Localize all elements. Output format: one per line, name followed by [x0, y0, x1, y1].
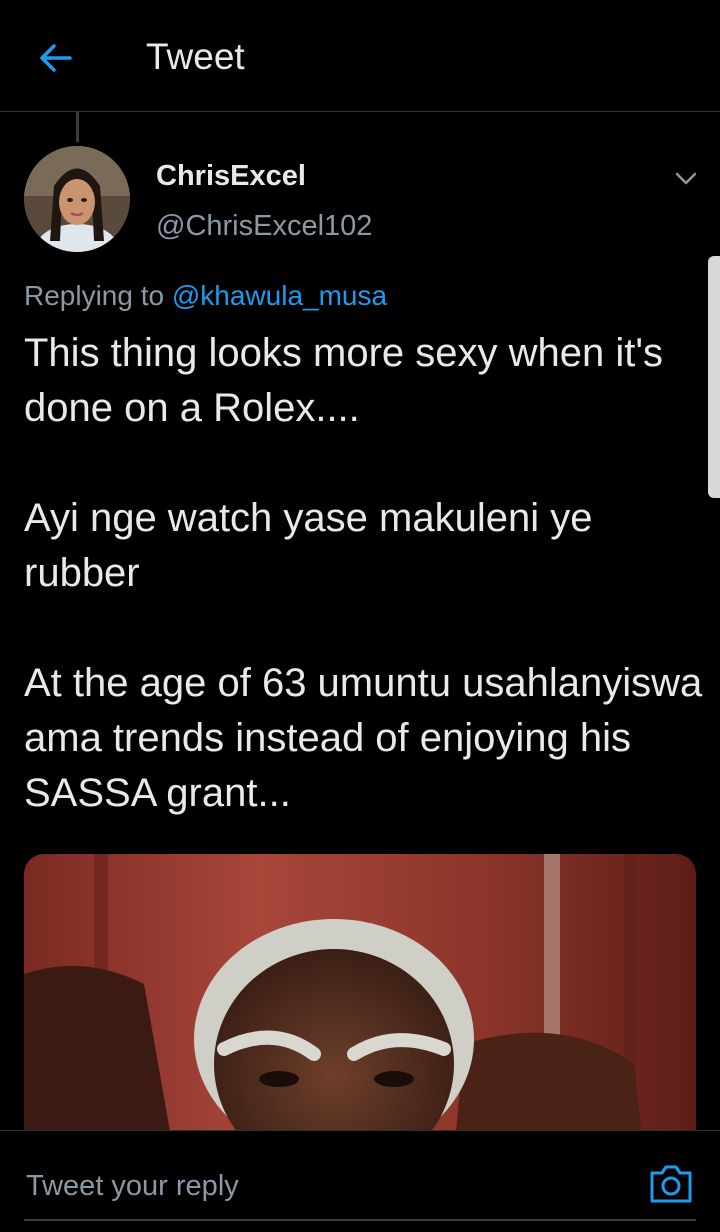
replying-to-line: Replying to @khawula_musa — [24, 280, 387, 312]
app-header: Tweet — [0, 0, 720, 112]
tweet-image[interactable] — [24, 854, 696, 1154]
tweet-paragraph: Ayi nge watch yase makuleni ye rubber — [24, 496, 593, 595]
reply-underline — [24, 1219, 696, 1221]
thread-connector — [76, 112, 79, 142]
replying-to-mention[interactable]: @khawula_musa — [172, 280, 387, 311]
scrollbar[interactable] — [708, 256, 720, 498]
tweet-text: This thing looks more sexy when it's don… — [24, 326, 704, 821]
arrow-left-icon — [40, 44, 72, 72]
replying-to-label: Replying to — [24, 280, 165, 311]
camera-button[interactable] — [648, 1161, 694, 1205]
camera-icon — [650, 1165, 692, 1203]
author-handle[interactable]: @ChrisExcel102 — [156, 210, 372, 243]
tweet-paragraph: At the age of 63 umuntu usahlanyiswa ama… — [24, 661, 703, 815]
more-options-button[interactable] — [672, 164, 700, 192]
chevron-down-icon — [675, 172, 697, 185]
author-name[interactable]: ChrisExcel — [156, 160, 306, 193]
back-button[interactable] — [36, 38, 76, 78]
reply-input[interactable] — [24, 1161, 628, 1211]
avatar[interactable] — [24, 146, 130, 252]
tweet-paragraph: This thing looks more sexy when it's don… — [24, 331, 664, 430]
reply-bar — [0, 1130, 720, 1232]
page-title: Tweet — [146, 36, 245, 77]
